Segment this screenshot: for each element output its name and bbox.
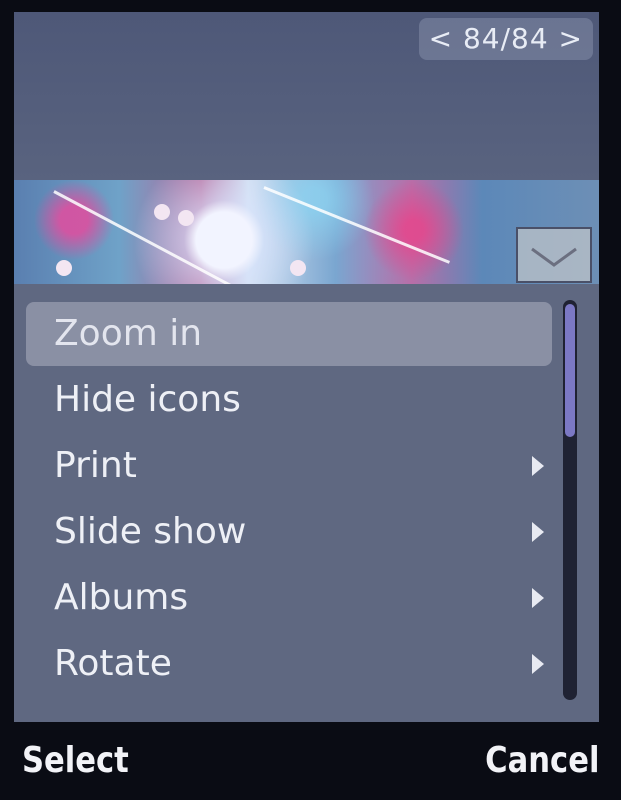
softkey-bar: Select Cancel [0,722,621,800]
menu-item-label: Print [54,445,137,486]
menu-item-label: Zoom in [54,313,203,354]
menu-item-zoom-in[interactable]: Zoom in [26,302,552,366]
triangle-right-icon [532,456,544,476]
phone-screen: < 84/84 > Zoom in Hide icons Print Slide… [14,12,599,722]
cancel-softkey[interactable]: Cancel [485,736,599,786]
light-beam [53,190,249,297]
photo-light-dot [178,210,194,226]
menu-item-print[interactable]: Print [26,434,552,498]
menu-item-label: Rotate [54,643,172,684]
triangle-right-icon [532,588,544,608]
menu-item-label: Slide show [54,511,247,552]
menu-item-albums[interactable]: Albums [26,566,552,630]
menu-item-hide-icons[interactable]: Hide icons [26,368,552,432]
scroll-thumb[interactable] [565,304,575,437]
image-counter[interactable]: < 84/84 > [418,18,593,60]
photo-light-dot [56,260,72,276]
select-softkey[interactable]: Select [22,736,129,786]
chevron-down-icon [531,247,577,267]
dropdown-button[interactable] [516,227,592,283]
options-menu: Zoom in Hide icons Print Slide show Albu… [14,284,599,722]
triangle-right-icon [532,654,544,674]
menu-item-label: Hide icons [54,379,241,420]
photo-light-dot [290,260,306,276]
menu-item-label: Albums [54,577,189,618]
photo-sky-area: < 84/84 > [14,12,599,180]
triangle-right-icon [532,522,544,542]
menu-item-rotate[interactable]: Rotate [26,632,552,696]
menu-item-slide-show[interactable]: Slide show [26,500,552,564]
photo-preview [14,180,599,297]
photo-light-dot [154,204,170,220]
menu-scrollbar[interactable] [563,300,577,700]
light-beam [263,186,450,264]
